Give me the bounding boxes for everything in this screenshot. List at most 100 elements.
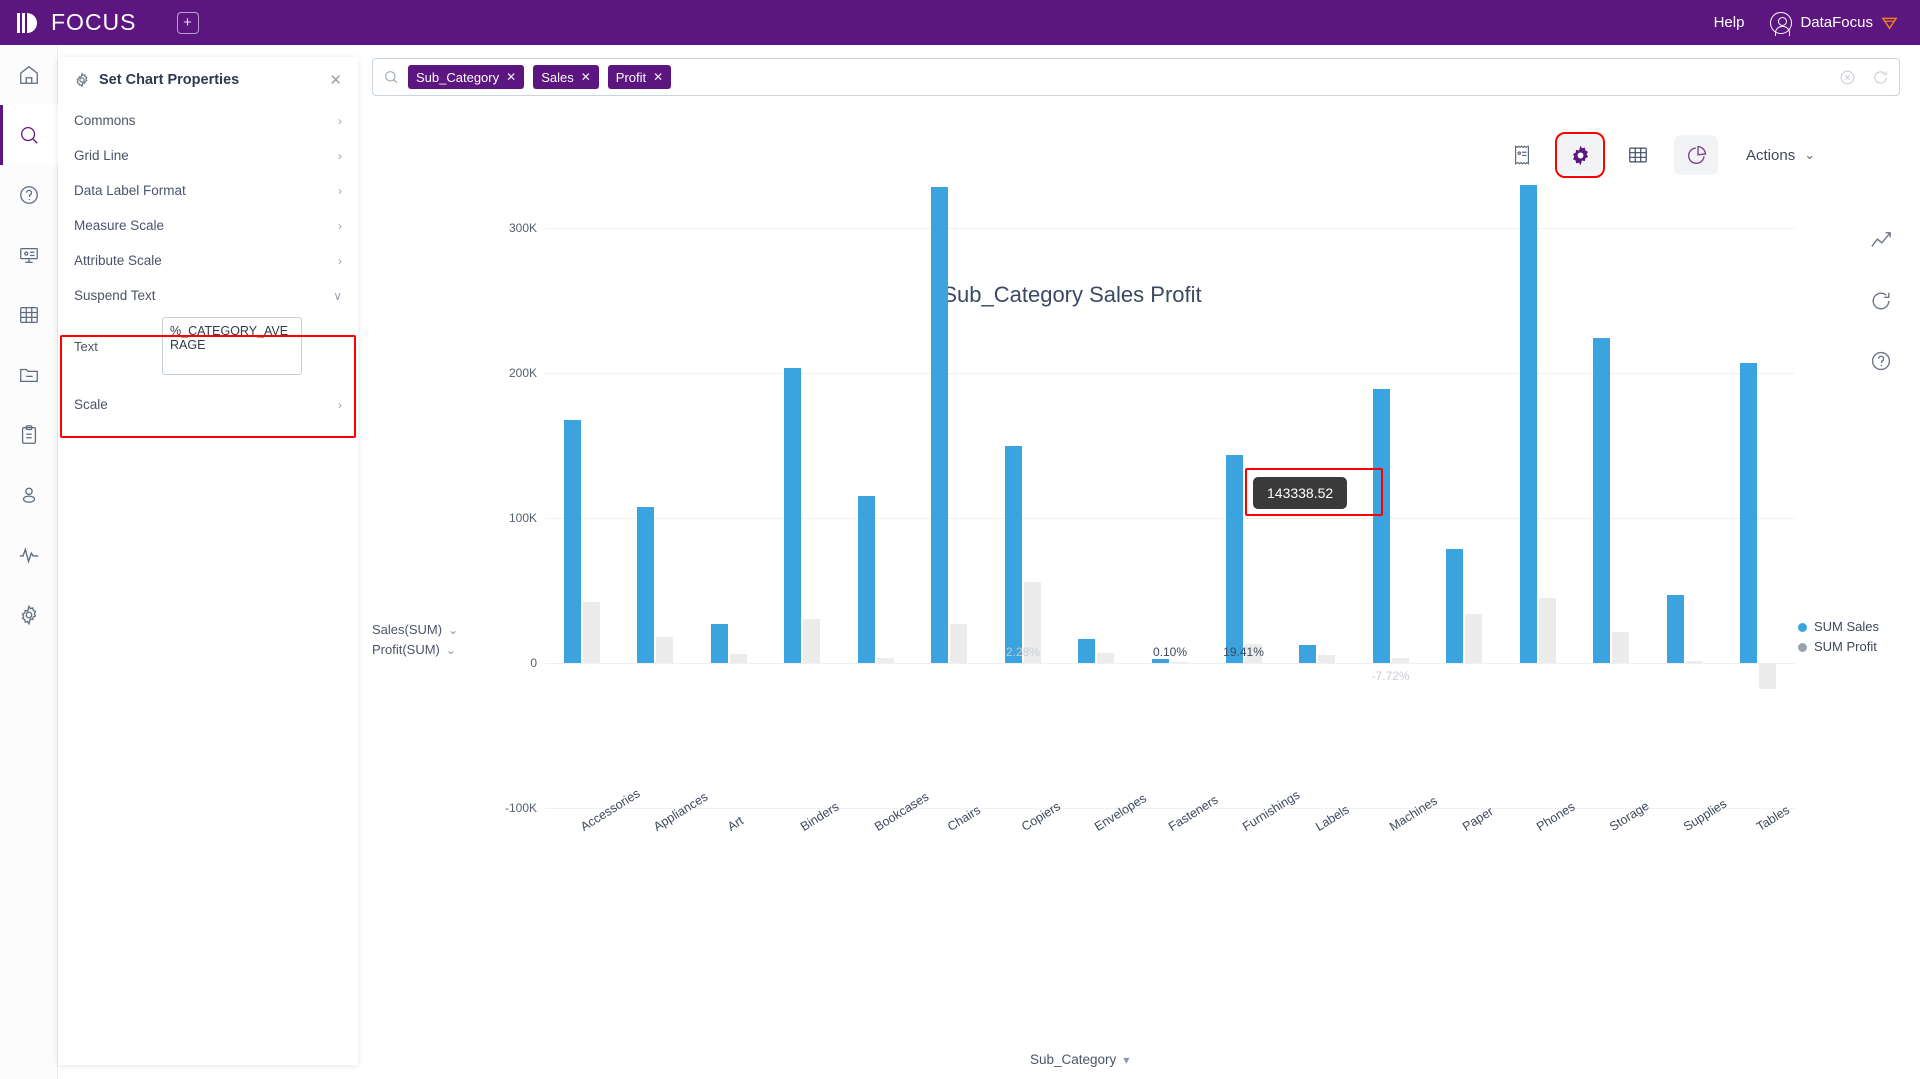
x-axis-title[interactable]: Sub_Category ▾ xyxy=(1030,1052,1129,1067)
bar-art-profit[interactable] xyxy=(729,653,747,663)
search-chip-sales[interactable]: Sales ✕ xyxy=(533,65,599,89)
property-row-grid-line[interactable]: Grid Line › xyxy=(58,138,358,173)
close-icon[interactable]: ✕ xyxy=(581,70,591,84)
legend-item-sum-sales[interactable]: SUM Sales xyxy=(1798,617,1879,637)
clipboard-icon xyxy=(21,425,37,444)
refresh-icon[interactable] xyxy=(1872,69,1889,86)
bar-binders-sales[interactable] xyxy=(784,368,802,663)
sidebar-item-help[interactable] xyxy=(0,165,58,225)
chevron-right-icon: › xyxy=(338,218,342,233)
data-label: 19.41% xyxy=(1223,645,1264,659)
property-row-scale[interactable]: Scale › xyxy=(58,387,358,422)
bar-phones-sales[interactable] xyxy=(1519,184,1537,663)
legend-label: SUM Sales xyxy=(1814,619,1880,634)
grid-line xyxy=(545,228,1795,229)
property-row-suspend-text[interactable]: Suspend Text ∨ xyxy=(58,278,358,313)
bar-bookcases-sales[interactable] xyxy=(857,496,875,663)
new-tab-button[interactable]: + xyxy=(176,11,199,34)
chart-legend: SUM Sales SUM Profit xyxy=(1798,617,1879,657)
legend-item-sum-profit[interactable]: SUM Profit xyxy=(1798,637,1879,657)
bar-appliances-sales[interactable] xyxy=(637,507,655,663)
property-label: Data Label Format xyxy=(74,183,186,198)
property-row-data-label-format[interactable]: Data Label Format › xyxy=(58,173,358,208)
y-axis-tick-label: 100K xyxy=(508,511,537,525)
focus-logo-icon xyxy=(16,10,42,36)
sidebar-item-folders[interactable] xyxy=(0,345,58,405)
sidebar-item-home[interactable] xyxy=(0,45,58,105)
settings-icon xyxy=(21,604,37,626)
sidebar-item-tables[interactable] xyxy=(0,285,58,345)
help-link[interactable]: Help xyxy=(1714,14,1745,31)
search-input[interactable] xyxy=(680,68,1839,86)
suspend-text-field-label: Text xyxy=(74,338,98,354)
bar-tables-sales[interactable] xyxy=(1740,362,1758,663)
measure-dropdown-profit[interactable]: Profit(SUM) ⌄ xyxy=(372,640,458,660)
sidebar-item-dashboards[interactable] xyxy=(0,225,58,285)
bar-machines-profit[interactable] xyxy=(1391,658,1409,663)
bar-fasteners-profit[interactable] xyxy=(1171,661,1188,663)
chevron-right-icon: › xyxy=(338,183,342,198)
bar-paper-sales[interactable] xyxy=(1446,549,1464,663)
sidebar-item-settings[interactable] xyxy=(0,585,58,645)
chip-label: Sub_Category xyxy=(416,69,500,85)
search-icon xyxy=(385,71,398,84)
grid-line xyxy=(545,808,1795,809)
property-row-commons[interactable]: Commons › xyxy=(58,103,358,138)
bar-supplies-profit[interactable] xyxy=(1685,661,1703,663)
bar-art-sales[interactable] xyxy=(710,623,728,663)
sidebar-item-users[interactable] xyxy=(0,465,58,525)
bar-chairs-sales[interactable] xyxy=(931,186,949,663)
bar-copiers-sales[interactable] xyxy=(1004,446,1022,663)
search-chip-sub-category[interactable]: Sub_Category ✕ xyxy=(408,65,525,89)
close-icon[interactable]: ✕ xyxy=(653,70,663,84)
measure-dropdown-sales[interactable]: Sales(SUM) ⌄ xyxy=(372,620,458,640)
close-icon[interactable]: ✕ xyxy=(506,70,516,84)
top-bar-right: Help DataFocus xyxy=(1714,11,1898,36)
sidebar-item-monitor[interactable] xyxy=(0,525,58,585)
user-icon xyxy=(22,487,36,503)
property-label: Grid Line xyxy=(74,148,129,163)
bar-paper-profit[interactable] xyxy=(1465,613,1483,663)
bar-envelopes-sales[interactable] xyxy=(1078,639,1096,663)
bar-supplies-sales[interactable] xyxy=(1666,595,1684,663)
bar-storage-profit[interactable] xyxy=(1612,632,1630,663)
bar-machines-sales[interactable] xyxy=(1372,388,1390,663)
sidebar-item-search[interactable] xyxy=(0,105,58,165)
suspend-text-input[interactable] xyxy=(162,317,302,375)
bar-tables-profit[interactable] xyxy=(1759,663,1777,689)
plot-area: 300K 200K 100K 0 -100K Accessories Appliances A… xyxy=(505,184,1795,834)
bar-furnishings-sales[interactable] xyxy=(1225,455,1243,663)
app-logo[interactable]: FOCUS xyxy=(16,9,137,36)
sidebar-item-tasks[interactable] xyxy=(0,405,58,465)
bar-storage-sales[interactable] xyxy=(1593,338,1611,663)
data-label: -7.72% xyxy=(1371,669,1410,683)
data-tooltip: 143338.52 xyxy=(1253,477,1348,509)
bar-chairs-profit[interactable] xyxy=(950,624,968,663)
clear-circle-icon[interactable] xyxy=(1839,69,1856,86)
bar-bookcases-profit[interactable] xyxy=(876,657,894,663)
property-row-attribute-scale[interactable]: Attribute Scale › xyxy=(58,243,358,278)
property-row-measure-scale[interactable]: Measure Scale › xyxy=(58,208,358,243)
gear-icon xyxy=(76,72,88,88)
measure-label: Profit(SUM) xyxy=(372,642,440,657)
avatar-icon xyxy=(1770,11,1793,36)
panel-title: Set Chart Properties xyxy=(99,72,240,88)
bar-accessories-profit[interactable] xyxy=(582,602,600,663)
bar-appliances-profit[interactable] xyxy=(656,636,674,663)
bar-fasteners-sales[interactable] xyxy=(1152,658,1169,663)
user-name-label: DataFocus xyxy=(1800,14,1873,31)
bar-binders-profit[interactable] xyxy=(803,619,821,663)
close-icon[interactable]: ✕ xyxy=(329,73,342,88)
bar-labels-profit[interactable] xyxy=(1318,654,1336,663)
chevron-right-icon: › xyxy=(338,253,342,268)
bar-phones-profit[interactable] xyxy=(1538,598,1556,663)
bar-envelopes-profit[interactable] xyxy=(1097,652,1115,663)
user-menu[interactable]: DataFocus xyxy=(1770,11,1898,36)
search-chip-profit[interactable]: Profit ✕ xyxy=(607,65,672,89)
search-bar[interactable]: Sub_Category ✕ Sales ✕ Profit ✕ xyxy=(372,58,1900,96)
bar-labels-sales[interactable] xyxy=(1299,644,1317,663)
chart-properties-panel: Set Chart Properties ✕ Commons › Grid Li… xyxy=(58,57,358,1065)
bar-accessories-sales[interactable] xyxy=(563,420,581,663)
chevron-right-icon: › xyxy=(338,397,342,412)
chevron-down-icon: ∨ xyxy=(333,288,342,303)
